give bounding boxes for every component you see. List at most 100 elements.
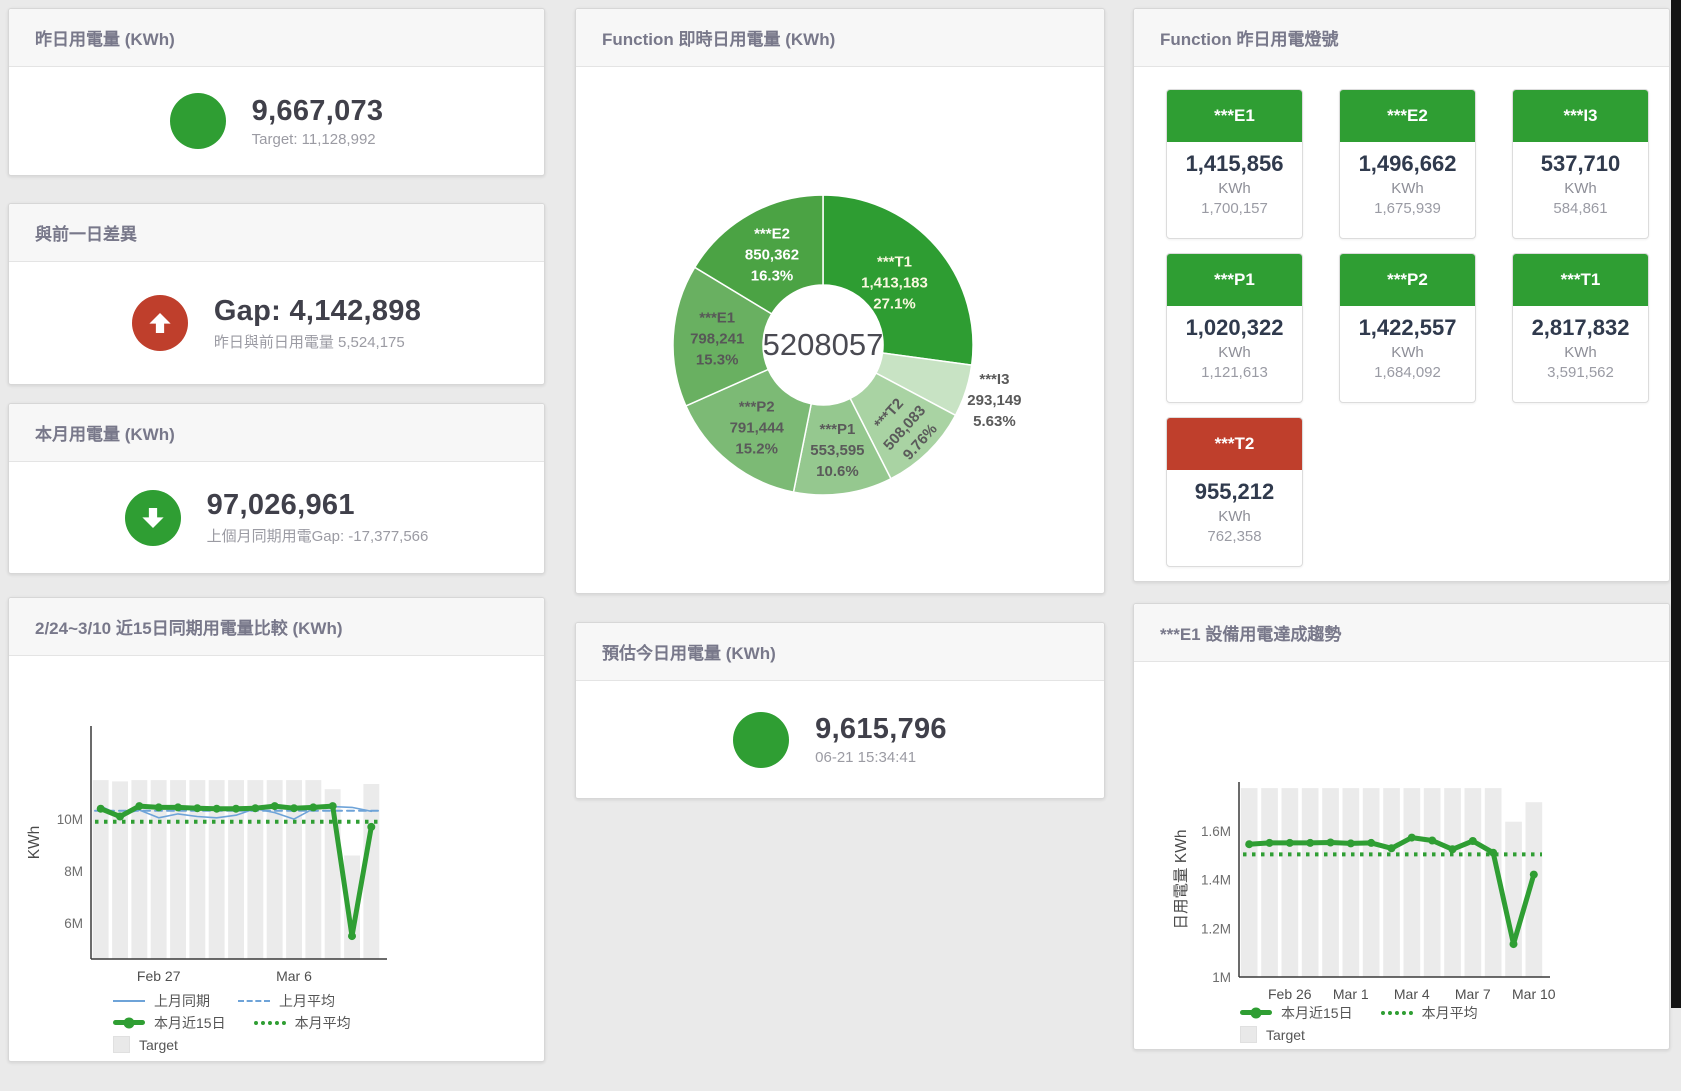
function-usage-donut-chart[interactable]: ***T11,413,18327.1%***I3293,1495.63%***T… — [576, 67, 1102, 591]
y-tick-label: 1.4M — [1201, 873, 1231, 888]
legend-swatch-dot-green — [1381, 1011, 1413, 1015]
series-marker — [1347, 839, 1355, 847]
legend-item-Target[interactable]: Target — [1240, 1026, 1305, 1043]
svg-text:553,595: 553,595 — [810, 442, 864, 459]
panel-header-yesterday[interactable]: 昨日用電量 (KWh) — [9, 9, 544, 67]
panel-header-day-gap[interactable]: 與前一日差異 — [9, 204, 544, 262]
tile-status-header: ***P1 — [1167, 254, 1302, 306]
x-tick-label: Mar 7 — [1455, 986, 1491, 1002]
arrow-down-icon — [125, 490, 181, 546]
stat-value: 9,667,073 — [252, 95, 384, 128]
screen-edge-artifact — [1671, 0, 1681, 1008]
series-marker — [348, 932, 356, 940]
tile-unit: KWh — [1344, 180, 1471, 197]
legend-label: 本月近15日 — [154, 1013, 226, 1033]
tile-unit: KWh — [1171, 344, 1298, 361]
legend-label: Target — [1266, 1027, 1305, 1043]
panel-header-donut[interactable]: Function 即時日用電量 (KWh) — [576, 9, 1104, 67]
legend-item-本月平均[interactable]: 本月平均 — [254, 1013, 351, 1033]
panel-header-lights[interactable]: Function 昨日用電燈號 — [1134, 9, 1669, 67]
tile-value: 1,415,856 — [1171, 151, 1298, 177]
tile-value: 955,212 — [1171, 479, 1298, 505]
panel-realtime-donut: Function 即時日用電量 (KWh) ***T11,413,18327.1… — [575, 8, 1105, 594]
target-bar — [1505, 822, 1522, 977]
svg-text:***E1: ***E1 — [699, 309, 735, 326]
legend-swatch-dot-green — [254, 1021, 286, 1025]
panel-title: Function 昨日用電燈號 — [1160, 25, 1338, 50]
panel-header-compare15[interactable]: 2/24~3/10 近15日同期用電量比較 (KWh) — [9, 598, 544, 656]
target-bar — [1363, 788, 1380, 977]
status-circle-icon — [170, 93, 226, 149]
series-marker — [174, 803, 182, 811]
y-tick-label: 8M — [64, 864, 83, 879]
device-tile-***I3: ***I3537,710KWh584,861 — [1512, 89, 1649, 239]
device-tiles-grid: ***E11,415,856KWh1,700,157***E21,496,662… — [1134, 67, 1669, 567]
tile-status-header: ***E1 — [1167, 90, 1302, 142]
svg-text:16.3%: 16.3% — [751, 267, 794, 284]
tile-unit: KWh — [1344, 344, 1471, 361]
stat-value: Gap: 4,142,898 — [214, 295, 421, 328]
legend-item-本月近15日[interactable]: 本月近15日 — [113, 1013, 226, 1033]
panel-lights: Function 昨日用電燈號 ***E11,415,856KWh1,700,1… — [1133, 8, 1670, 582]
y-axis-title: KWh — [26, 826, 43, 860]
panel-month-usage: 本月用電量 (KWh) 97,026,961 上個月同期用電Gap: -17,3… — [8, 403, 545, 574]
panel-header-month[interactable]: 本月用電量 (KWh) — [9, 404, 544, 462]
legend-item-Target[interactable]: Target — [113, 1036, 178, 1053]
device-tile-***T2: ***T2955,212KWh762,358 — [1166, 417, 1303, 567]
series-marker — [1327, 839, 1335, 847]
legend-item-上月平均[interactable]: 上月平均 — [238, 991, 335, 1011]
y-axis-title: 日用電量 KWh — [1173, 830, 1190, 930]
stat-value: 9,615,796 — [815, 713, 947, 746]
legend-item-本月平均[interactable]: 本月平均 — [1381, 1003, 1478, 1023]
tile-target-value: 584,861 — [1517, 200, 1644, 217]
series-marker — [193, 804, 201, 812]
x-tick-label: Mar 6 — [276, 968, 312, 984]
legend-label: 上月平均 — [279, 991, 335, 1011]
svg-text:15.3%: 15.3% — [696, 351, 739, 368]
series-marker — [232, 805, 240, 813]
legend-label: 上月同期 — [154, 991, 210, 1011]
series-marker — [1469, 837, 1477, 845]
compare15-legend: 上月同期 上月平均本月近15日 本月平均 Target — [113, 992, 351, 1053]
panel-header-estimate[interactable]: 預估今日用電量 (KWh) — [576, 623, 1104, 681]
svg-text:15.2%: 15.2% — [735, 441, 778, 458]
svg-text:27.1%: 27.1% — [873, 296, 916, 313]
panel-yesterday-usage: 昨日用電量 (KWh) 9,667,073 Target: 11,128,992 — [8, 8, 545, 176]
panel-header-e1-trend[interactable]: ***E1 設備用電達成趨勢 — [1134, 604, 1669, 662]
e1-trend-chart[interactable]: 1M1.2M1.4M1.6MFeb 26Mar 1Mar 4Mar 7Mar 1… — [1134, 662, 1665, 1047]
target-bar — [1261, 788, 1278, 977]
panel-title: ***E1 設備用電達成趨勢 — [1160, 620, 1341, 645]
target-bar — [1322, 788, 1339, 977]
legend-swatch-thick-green — [1240, 1010, 1272, 1015]
stat-value: 97,026,961 — [207, 489, 429, 522]
tile-status-header: ***T2 — [1167, 418, 1302, 470]
panel-title: 昨日用電量 (KWh) — [35, 25, 175, 50]
target-bar — [1302, 788, 1319, 977]
stat-subtitle: 06-21 15:34:41 — [815, 749, 947, 766]
legend-swatch-dash-blue — [238, 1000, 270, 1002]
legend-swatch-thick-green — [113, 1020, 145, 1025]
tile-target-value: 3,591,562 — [1517, 364, 1644, 381]
donut-slice-label-***I3: ***I3293,1495.63% — [967, 371, 1021, 430]
svg-text:791,444: 791,444 — [730, 420, 785, 437]
series-marker — [290, 804, 298, 812]
legend-item-本月近15日[interactable]: 本月近15日 — [1240, 1003, 1353, 1023]
tile-target-value: 1,684,092 — [1344, 364, 1471, 381]
tile-status-header: ***I3 — [1513, 90, 1648, 142]
svg-text:***E2: ***E2 — [754, 225, 790, 242]
tile-unit: KWh — [1171, 180, 1298, 197]
series-marker — [116, 813, 124, 821]
legend-item-上月同期[interactable]: 上月同期 — [113, 991, 210, 1011]
y-tick-label: 1.2M — [1201, 921, 1231, 936]
device-tile-***P1: ***P11,020,322KWh1,121,613 — [1166, 253, 1303, 403]
svg-text:***I3: ***I3 — [979, 371, 1009, 388]
series-marker — [1286, 839, 1294, 847]
target-bar — [1343, 788, 1360, 977]
legend-label: 本月平均 — [295, 1013, 351, 1033]
series-marker — [309, 803, 317, 811]
series-marker — [1266, 839, 1274, 847]
arrow-up-icon — [132, 295, 188, 351]
series-marker — [367, 823, 375, 831]
panel-e1-trend: ***E1 設備用電達成趨勢 1M1.2M1.4M1.6MFeb 26Mar 1… — [1133, 603, 1670, 1050]
x-tick-label: Mar 1 — [1333, 986, 1369, 1002]
